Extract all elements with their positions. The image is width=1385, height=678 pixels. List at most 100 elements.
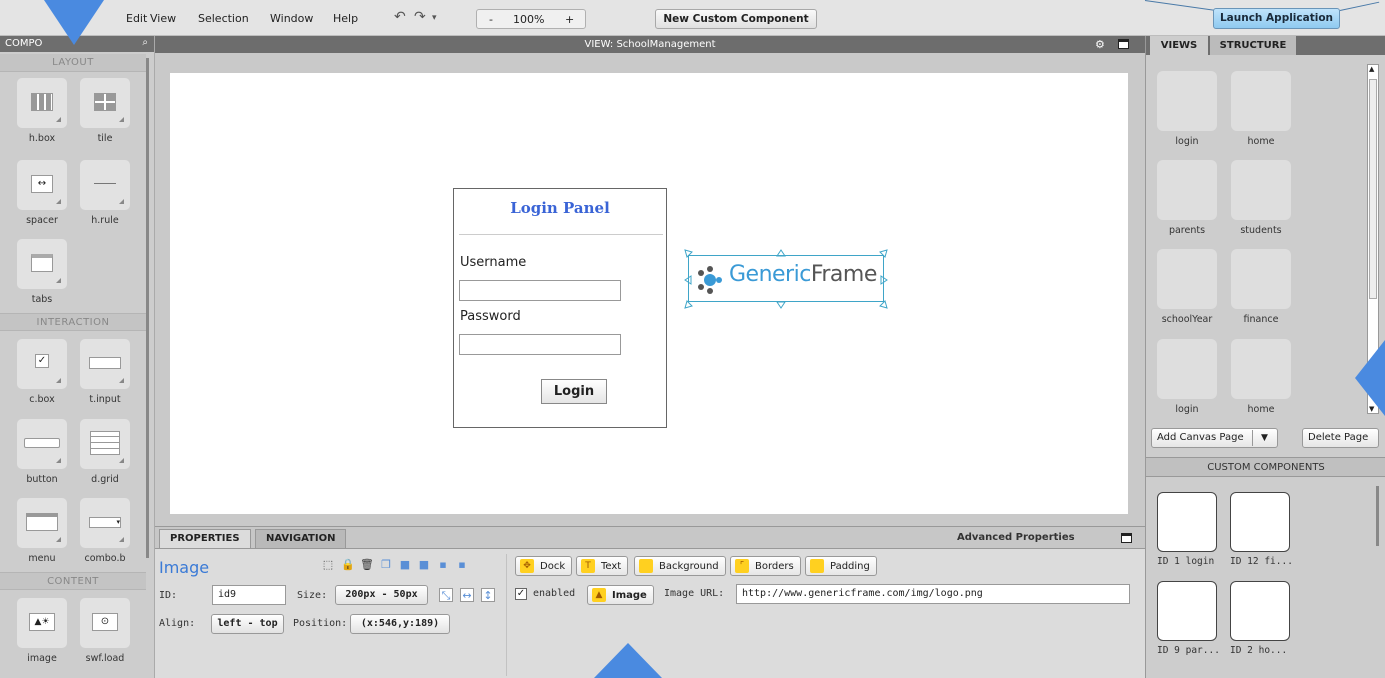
password-label: Password [460, 309, 521, 324]
history-dropdown-icon[interactable]: ▾ [432, 13, 437, 23]
menu-view[interactable]: View [150, 12, 176, 25]
tab-navigation[interactable]: NAVIGATION [255, 529, 347, 548]
image-icon: ▲☀ [29, 613, 55, 631]
view-thumb-login[interactable]: login [1157, 71, 1217, 147]
username-input[interactable] [459, 280, 621, 301]
zoom-value: 100% [513, 13, 545, 26]
settings-gear-icon[interactable]: ⚙ [1095, 36, 1105, 53]
enabled-checkbox[interactable]: ✓ [515, 588, 527, 600]
component-textinput[interactable]: t.input [80, 339, 130, 405]
menu-help[interactable]: Help [333, 12, 358, 25]
annotation-arrow-up [594, 643, 662, 678]
image-picker-button[interactable]: ▲ Image [587, 585, 654, 605]
password-input[interactable] [459, 334, 621, 355]
dock-button[interactable]: ✥ Dock [515, 556, 573, 576]
component-datagrid[interactable]: d.grid [80, 419, 130, 485]
select-marquee-icon[interactable]: ⬚ [321, 558, 335, 572]
custom-components-scrollbar[interactable] [1376, 486, 1379, 546]
id-input[interactable]: id9 [212, 585, 286, 605]
delete-page-button[interactable]: Delete Page [1302, 428, 1379, 448]
custom-components-header: CUSTOM COMPONENTS [1146, 457, 1385, 477]
component-checkbox[interactable]: ✓ c.box [17, 339, 67, 405]
properties-maximize-icon[interactable] [1121, 533, 1132, 543]
tab-properties[interactable]: PROPERTIES [159, 529, 251, 548]
view-thumb-schoolyear[interactable]: schoolYear [1157, 249, 1217, 325]
id-label: ID: [159, 590, 178, 601]
login-button[interactable]: Login [541, 379, 607, 404]
component-image[interactable]: ▲☀ image [17, 598, 67, 664]
component-menu[interactable]: menu [17, 498, 67, 564]
component-tabs[interactable]: tabs [17, 239, 67, 305]
selected-logo-image[interactable]: GenericFrame [684, 249, 888, 309]
new-custom-component-button[interactable]: New Custom Component [655, 9, 817, 29]
align-button[interactable]: left - top [211, 614, 284, 634]
zoom-in-button[interactable]: + [565, 13, 574, 26]
menu-window[interactable]: Window [270, 12, 313, 25]
component-hbox[interactable]: h.box [17, 78, 67, 144]
scroll-up-icon[interactable]: ▲ [1369, 65, 1374, 73]
arrange-icon[interactable]: ▪ [436, 558, 450, 572]
redo-icon[interactable]: ↷ [414, 9, 426, 25]
advanced-properties-label[interactable]: Advanced Properties [957, 532, 1075, 543]
zoom-out-button[interactable]: - [489, 13, 493, 26]
position-button[interactable]: (x:546,y:189) [350, 614, 450, 634]
view-header: VIEW: SchoolManagement ⚙ [155, 36, 1145, 53]
view-thumb-parents[interactable]: parents [1157, 160, 1217, 236]
image-url-input[interactable]: http://www.genericframe.com/img/logo.png [736, 584, 1130, 604]
text-button[interactable]: T Text [576, 556, 629, 576]
component-button[interactable]: button [17, 419, 67, 485]
datagrid-icon [90, 431, 120, 455]
bring-forward-icon[interactable]: ■ [398, 558, 412, 572]
tabs-icon [31, 254, 53, 272]
copy-icon[interactable]: ❐ [379, 558, 393, 572]
selection-handles[interactable] [683, 248, 893, 312]
resize-icon[interactable]: ⤡ [439, 588, 453, 602]
search-icon[interactable]: ⌕ [142, 37, 148, 48]
add-page-dropdown-icon[interactable]: ▼ [1252, 430, 1276, 446]
component-combobox[interactable]: ▾ combo.b [80, 498, 130, 564]
dock-icon: ✥ [520, 559, 534, 573]
components-scrollbar[interactable] [146, 58, 149, 558]
size-button[interactable]: 200px - 50px [335, 585, 428, 605]
custom-component-4[interactable]: ID 2 ho... [1230, 581, 1290, 656]
login-panel[interactable]: Login Panel Username Password Login [453, 188, 667, 428]
add-canvas-page-button[interactable]: Add Canvas Page ▼ [1151, 428, 1278, 448]
menu-edit[interactable]: Edit [126, 12, 147, 25]
scroll-thumb[interactable] [1369, 79, 1377, 299]
borders-button[interactable]: ⌜ Borders [730, 556, 801, 576]
align-label: Align: [159, 618, 196, 629]
size-label: Size: [297, 590, 328, 601]
background-button[interactable]: Background [634, 556, 726, 576]
view-thumb-home[interactable]: home [1231, 71, 1291, 147]
view-thumb-login-2[interactable]: login [1157, 339, 1217, 415]
component-swfloader[interactable]: ⊙ swf.load [80, 598, 130, 664]
view-thumb-students[interactable]: students [1231, 160, 1291, 236]
tab-views[interactable]: VIEWS [1150, 36, 1208, 55]
custom-component-1[interactable]: ID 1 login [1157, 492, 1217, 567]
maximize-icon[interactable] [1118, 39, 1129, 49]
fit-height-icon[interactable]: ↕ [481, 588, 495, 602]
send-backward-icon[interactable]: ■ [417, 558, 431, 572]
custom-component-2[interactable]: ID 12 fi... [1230, 492, 1293, 567]
button-icon [24, 438, 60, 448]
component-tile[interactable]: tile [80, 78, 130, 144]
undo-icon[interactable]: ↶ [394, 9, 406, 25]
view-thumb-home-2[interactable]: home [1231, 339, 1291, 415]
view-thumb-finance[interactable]: finance [1231, 249, 1291, 325]
section-content: CONTENT [0, 572, 146, 590]
tab-structure[interactable]: STRUCTURE [1210, 36, 1296, 55]
custom-component-3[interactable]: ID 9 par... [1157, 581, 1220, 656]
component-spacer[interactable]: ↔ spacer [17, 160, 67, 226]
menu-selection[interactable]: Selection [198, 12, 249, 25]
component-hrule[interactable]: h.rule [80, 160, 130, 226]
trash-icon[interactable]: 🗑 [360, 558, 374, 572]
fit-width-icon[interactable]: ↔ [460, 588, 474, 602]
padding-button[interactable]: Padding [805, 556, 877, 576]
lock-icon[interactable]: 🔒 [341, 558, 355, 572]
launch-application-button[interactable]: Launch Application [1213, 8, 1340, 29]
username-label: Username [460, 255, 527, 270]
align-icon[interactable]: ▪ [455, 558, 469, 572]
text-icon: T [581, 559, 595, 573]
tile-icon [94, 93, 116, 111]
menu-icon [26, 513, 58, 531]
